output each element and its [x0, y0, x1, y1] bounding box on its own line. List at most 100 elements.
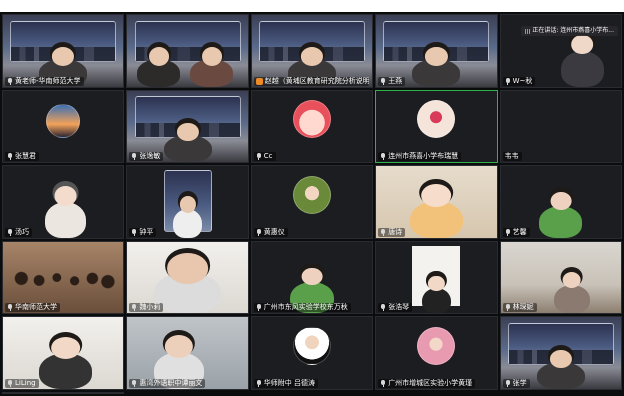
- participant-tile[interactable]: LiLing: [2, 316, 125, 390]
- participant-name: 钟平: [139, 227, 154, 236]
- speaking-indicator-text: 正在讲话: 连州市燕喜小学布...: [532, 27, 614, 34]
- microphone-icon: [505, 379, 511, 387]
- participant-tile[interactable]: 黄老师-华南师范大学: [2, 14, 125, 88]
- participant-figure: [163, 122, 212, 163]
- participant-tile[interactable]: 连州市燕喜小学布瑞慧: [375, 89, 498, 164]
- participant-figure: [536, 349, 585, 389]
- shared-screen-thumbnail: [51, 393, 118, 394]
- participant-name-label: 赵越（黄埔区教育研究院分析说明书）: [253, 76, 370, 86]
- microphone-icon: [505, 304, 511, 312]
- participant-name: 黄老师-华南师范大学: [15, 76, 81, 85]
- participant-tile[interactable]: 广州市东风实验学校东万秋: [250, 240, 374, 315]
- top-strip: [0, 0, 624, 12]
- participant-tile[interactable]: 王燕: [375, 14, 498, 88]
- participant-head: [421, 183, 452, 207]
- participant-name-label: 广州市增城区实验小学黄瑾: [378, 378, 476, 388]
- microphone-icon: [256, 228, 262, 236]
- participant-name-label: W~秋: [502, 76, 536, 86]
- participant-figure: [45, 185, 87, 238]
- avatar: [292, 100, 331, 139]
- participant-figure: [409, 183, 463, 238]
- participant-tile[interactable]: 钟平: [126, 165, 249, 239]
- participant-name-label: 惠湾外语职中谭丽文: [129, 378, 206, 388]
- participant-head: [428, 276, 445, 292]
- participant-name: 韦韦: [504, 152, 519, 161]
- participant-tile[interactable]: 汤巧: [2, 165, 125, 239]
- participant-name-label: 黄惠仪: [253, 227, 288, 237]
- participant-tile[interactable]: 广州市增城区实验小学黄瑾: [375, 316, 498, 390]
- participant-name: 王燕: [388, 76, 403, 85]
- audio-level-icon: [525, 28, 531, 34]
- participant-figure: [539, 192, 583, 238]
- participant-name-label: 华南师范大学: [5, 303, 60, 313]
- microphone-icon: [380, 379, 386, 387]
- participant-name: 张学: [512, 378, 527, 387]
- participant-name: LiLing: [15, 378, 36, 387]
- participant-tile[interactable]: 张逸敏: [126, 89, 249, 164]
- participant-tile[interactable]: 华南师范大学: [2, 240, 125, 315]
- participant-tile[interactable]: 华师附中 吕德涛: [250, 316, 374, 390]
- microphone-icon: [380, 153, 386, 161]
- microphone-icon: [256, 379, 262, 387]
- participant-name: 艺馨: [512, 227, 527, 236]
- participant-name-label: 张浩琴: [378, 303, 413, 313]
- participant-name: 黄惠仪: [263, 227, 285, 236]
- classroom-crowd: [7, 261, 119, 304]
- participant-head: [425, 47, 448, 66]
- participant-tile[interactable]: Cc: [250, 89, 374, 164]
- participant-tile[interactable]: 陈威龙: [2, 391, 125, 394]
- microphone-icon: [256, 153, 262, 161]
- participant-name: 张慧君: [15, 152, 36, 161]
- participant-tile[interactable]: 艺馨: [499, 165, 622, 239]
- participant-name-label: 张学: [502, 378, 530, 388]
- participant-figure: [173, 196, 203, 238]
- participant-name-label: 韦韦: [502, 152, 522, 162]
- avatar: [417, 327, 456, 366]
- participant-tile[interactable]: 魏小莉: [126, 240, 249, 315]
- participant-figure: [412, 47, 461, 87]
- microphone-icon: [505, 77, 511, 85]
- participant-name: 汤巧: [15, 227, 29, 236]
- participant-tile[interactable]: 唐诗: [375, 165, 498, 239]
- participant-tile[interactable]: 韦韦: [499, 89, 622, 164]
- participant-name: W~秋: [512, 76, 533, 85]
- participant-name-label: 华师附中 吕德涛: [253, 378, 319, 388]
- microphone-icon: [7, 77, 13, 85]
- participant-tile[interactable]: 惠湾外语职中谭丽文: [126, 316, 249, 390]
- microphone-icon: [131, 304, 137, 312]
- participant-name-label: 张逸敏: [129, 152, 164, 162]
- participant-name-label: 林琛妮: [502, 303, 537, 313]
- microphone-icon: [7, 228, 13, 236]
- microphone-icon: [131, 153, 137, 161]
- participant-head: [179, 196, 196, 213]
- participant-tile[interactable]: 林琛妮: [499, 240, 622, 315]
- participant-name: 张逸敏: [139, 152, 161, 161]
- participant-name-label: 钟平: [129, 227, 157, 237]
- participant-head: [300, 47, 324, 66]
- microphone-icon: [380, 304, 386, 312]
- participant-head: [549, 349, 572, 369]
- participant-head: [550, 192, 572, 210]
- microphone-icon: [131, 228, 137, 236]
- participant-head: [52, 47, 75, 66]
- participant-name: 华师附中 吕德涛: [263, 378, 316, 387]
- participant-tile[interactable]: [126, 14, 249, 88]
- participant-head: [301, 267, 323, 286]
- participant-name-label: 王燕: [378, 76, 406, 86]
- participant-figure: [153, 253, 222, 314]
- microphone-icon: [505, 228, 511, 236]
- participant-name: 广州市增城区实验小学黄瑾: [388, 378, 473, 387]
- microphone-icon: [380, 77, 386, 85]
- participant-tile[interactable]: 张浩琴: [375, 240, 498, 315]
- participant-name-label: LiLing: [5, 378, 39, 388]
- participant-tile[interactable]: 张学: [499, 316, 622, 390]
- participant-name: 连州市燕喜小学布瑞慧: [388, 152, 459, 161]
- participant-tile[interactable]: 赵越（黄埔区教育研究院分析说明书）: [250, 14, 374, 88]
- participant-name-label: 黄老师-华南师范大学: [5, 76, 84, 86]
- participant-figure: [190, 47, 234, 87]
- participant-tile[interactable]: 张慧君: [2, 89, 125, 164]
- participant-head: [166, 253, 209, 284]
- participant-figure: [39, 337, 93, 389]
- participant-name-label: 广州市东风实验学校东万秋: [253, 303, 351, 313]
- participant-tile[interactable]: 黄惠仪: [250, 165, 374, 239]
